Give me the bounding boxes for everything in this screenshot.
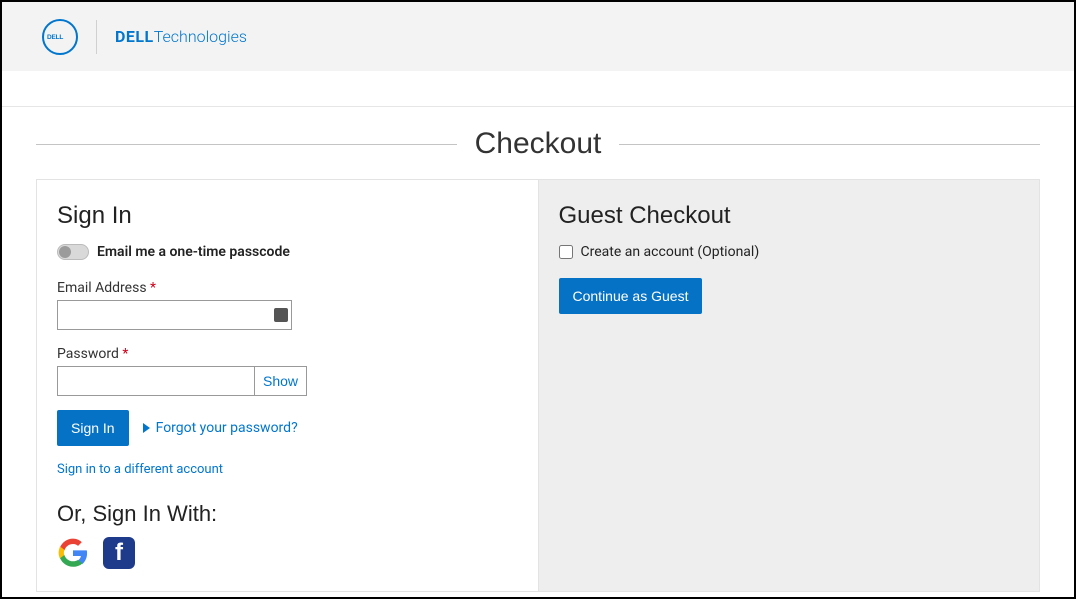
create-account-checkbox[interactable] <box>559 245 573 259</box>
passcode-toggle-label: Email me a one-time passcode <box>97 244 290 260</box>
dell-tech-bold: DELL <box>115 27 154 46</box>
signin-panel: Sign In Email me a one-time passcode Ema… <box>37 180 538 591</box>
svg-text:DELL: DELL <box>47 34 63 41</box>
header-divider <box>96 20 97 54</box>
divider-line <box>619 144 1040 145</box>
continue-guest-button[interactable]: Continue as Guest <box>559 278 703 314</box>
email-label: Email Address * <box>57 280 518 296</box>
chevron-right-icon <box>143 423 150 433</box>
google-icon <box>58 538 88 568</box>
different-account-link[interactable]: Sign in to a different account <box>57 462 518 477</box>
guest-heading: Guest Checkout <box>559 202 1020 230</box>
checkout-columns: Sign In Email me a one-time passcode Ema… <box>36 179 1040 592</box>
password-label: Password * <box>57 346 518 362</box>
forgot-password-text: Forgot your password? <box>156 420 298 436</box>
required-marker: * <box>122 346 128 362</box>
dell-technologies-logo[interactable]: DELL Technologies <box>115 27 247 46</box>
page-title: Checkout <box>457 127 620 161</box>
create-account-label: Create an account (Optional) <box>581 244 760 260</box>
page-title-row: Checkout <box>36 127 1040 161</box>
email-label-text: Email Address <box>57 280 150 296</box>
password-label-text: Password <box>57 346 122 362</box>
required-marker: * <box>150 280 156 296</box>
dell-tech-light: Technologies <box>154 27 247 46</box>
guest-panel: Guest Checkout Create an account (Option… <box>538 180 1040 591</box>
toggle-knob-icon <box>59 246 71 258</box>
social-signin-row: f <box>57 537 518 569</box>
or-signin-heading: Or, Sign In With: <box>57 501 518 527</box>
facebook-icon: f <box>115 539 123 567</box>
facebook-signin-button[interactable]: f <box>103 537 135 569</box>
dell-logo-icon[interactable]: DELL <box>42 19 78 55</box>
autofill-icon[interactable] <box>274 308 288 322</box>
show-password-button[interactable]: Show <box>255 366 307 396</box>
forgot-password-link[interactable]: Forgot your password? <box>143 420 298 436</box>
passcode-toggle-row: Email me a one-time passcode <box>57 244 518 260</box>
divider-line <box>36 144 457 145</box>
passcode-toggle[interactable] <box>57 244 89 260</box>
email-input[interactable] <box>57 300 292 330</box>
signin-button[interactable]: Sign In <box>57 410 129 446</box>
google-signin-button[interactable] <box>57 537 89 569</box>
signin-heading: Sign In <box>57 202 518 230</box>
password-input[interactable] <box>57 366 255 396</box>
sub-header <box>2 71 1074 107</box>
global-header: DELL DELL Technologies <box>2 2 1074 71</box>
